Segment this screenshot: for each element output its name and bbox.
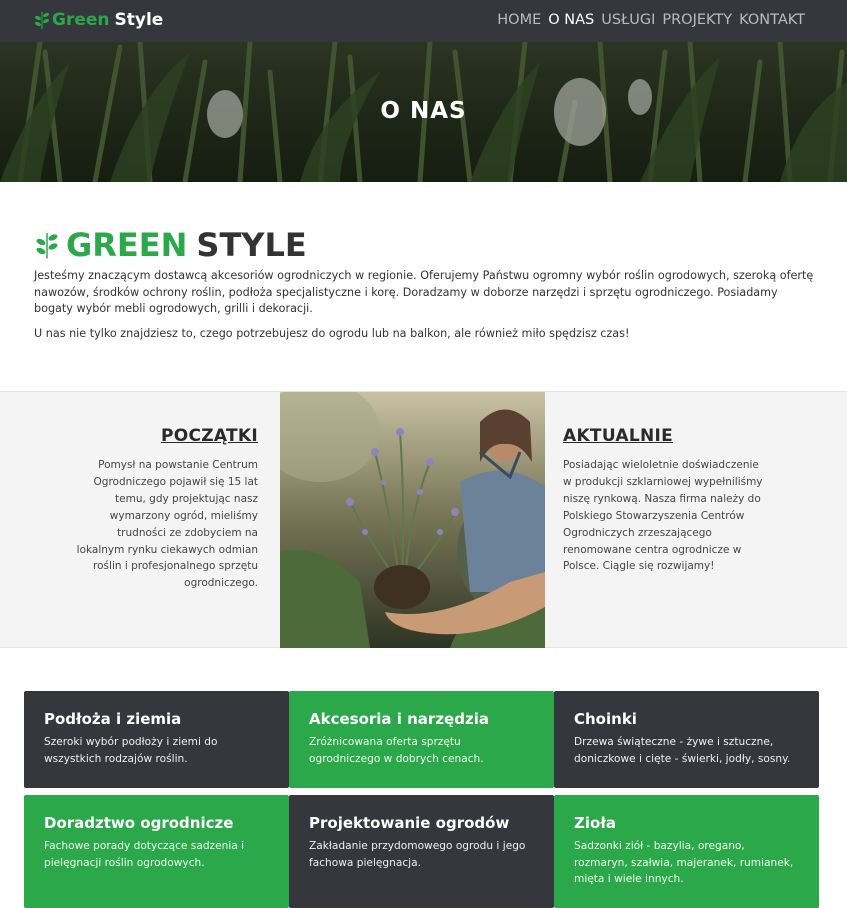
service-title: Zioła <box>574 814 617 832</box>
service-card[interactable]: Doradztwo ogrodnicze Fachowe porady doty… <box>24 795 289 908</box>
service-description: Zróżnicowana oferta sprzętu ogrodniczego… <box>309 736 484 765</box>
history-current: AKTUALNIE Posiadając wieloletnie doświad… <box>563 426 763 575</box>
service-card[interactable]: Akcesoria i narzędzia Zróżnicowana ofert… <box>289 691 554 788</box>
logo-text-green: Green <box>52 10 110 30</box>
nav-home[interactable]: HOME <box>497 12 541 28</box>
about-paragraph: U nas nie tylko znajdziesz to, czego pot… <box>34 327 630 340</box>
service-card[interactable]: Choinki Drzewa świąteczne - żywe i sztuc… <box>554 691 819 788</box>
service-card[interactable]: Podłoża i ziemia Szeroki wybór podłoży i… <box>24 691 289 788</box>
main-nav: HOME O NAS USŁUGI PROJEKTY KONTAKT <box>497 12 805 28</box>
service-card[interactable]: Projektowanie ogrodów Zakładanie przydom… <box>289 795 554 908</box>
service-title: Akcesoria i narzędzia <box>309 710 489 728</box>
service-title: Doradztwo ogrodnicze <box>44 814 234 832</box>
about-paragraph: Jesteśmy znaczącym dostawcą akcesoriów o… <box>34 269 814 315</box>
nav-o-nas[interactable]: O NAS <box>548 12 594 28</box>
leaf-icon <box>36 233 58 259</box>
logo-link[interactable]: Green Style <box>34 10 163 30</box>
gardener-photo <box>280 392 545 648</box>
logo-text-white: Style <box>114 10 164 30</box>
about-heading: GREEN STYLE <box>34 226 307 264</box>
history-heading-current: AKTUALNIE <box>563 426 674 446</box>
service-description: Szeroki wybór podłoży i ziemi do wszystk… <box>44 736 218 765</box>
service-title: Choinki <box>574 710 637 728</box>
service-description: Sadzonki ziół - bazylia, oregano, rozmar… <box>574 840 794 885</box>
nav-kontakt[interactable]: KONTAKT <box>739 12 805 28</box>
about-heading-green: GREEN <box>66 226 188 264</box>
service-description: Zakładanie przydomowego ogrodu i jego fa… <box>309 840 526 869</box>
service-title: Projektowanie ogrodów <box>309 814 510 832</box>
leaf-icon <box>35 12 49 29</box>
history-heading-beginnings: POCZĄTKI <box>160 426 258 446</box>
about-heading-dark: STYLE <box>196 226 307 264</box>
service-description: Drzewa świąteczne - żywe i sztuczne, don… <box>574 736 791 765</box>
about-section: GREEN STYLE Jesteśmy znaczącym dostawcą … <box>0 182 847 392</box>
service-description: Fachowe porady dotyczące sadzenia i piel… <box>44 840 245 869</box>
history-section: POCZĄTKI Pomysł na powstanie Centrum Ogr… <box>0 392 847 648</box>
nav-uslugi[interactable]: USŁUGI <box>601 12 655 28</box>
history-text-beginnings: Pomysł na powstanie Centrum Ogrodniczego… <box>76 459 258 590</box>
hero-banner: O NAS <box>0 42 847 182</box>
history-text-current: Posiadając wieloletnie doświadczenie w p… <box>563 459 763 573</box>
history-beginnings: POCZĄTKI Pomysł na powstanie Centrum Ogr… <box>70 426 258 592</box>
nav-projekty[interactable]: PROJEKTY <box>662 12 732 28</box>
service-title: Podłoża i ziemia <box>44 710 182 728</box>
navbar: Green Style HOME O NAS USŁUGI PROJEKTY K… <box>0 0 847 42</box>
service-card[interactable]: Zioła Sadzonki ziół - bazylia, oregano, … <box>554 795 819 908</box>
page-title: O NAS <box>380 98 467 124</box>
